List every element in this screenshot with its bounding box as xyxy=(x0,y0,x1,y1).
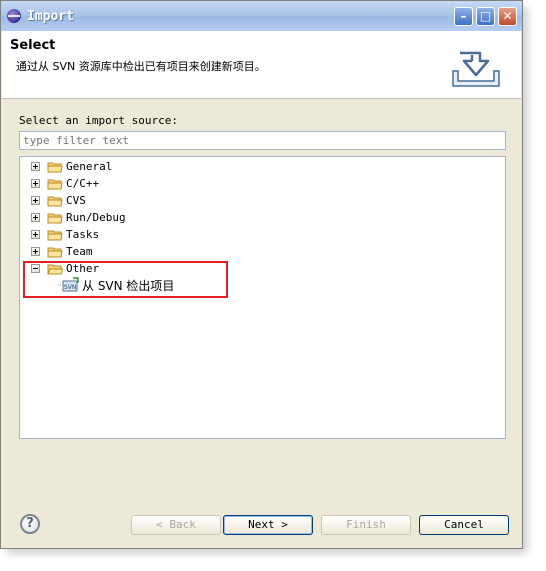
expand-icon[interactable] xyxy=(31,196,40,205)
tree-item-label: Team xyxy=(66,245,93,258)
tree-item-label: CVS xyxy=(66,194,86,207)
expand-icon[interactable] xyxy=(31,179,40,188)
finish-button[interactable]: Finish xyxy=(321,515,411,535)
filter-input[interactable] xyxy=(19,131,506,150)
wizard-header: Select 通过从 SVN 资源库中检出已有项目来创建新项目。 xyxy=(2,31,521,99)
eclipse-icon xyxy=(7,9,21,23)
folder-icon xyxy=(47,162,63,173)
import-source-label: Select an import source: xyxy=(19,114,178,127)
annotation-highlight-box xyxy=(23,261,228,298)
import-dialog: Import – □ ✕ Select 通过从 SVN 资源库中检出已有项目来创… xyxy=(0,0,523,549)
page-description: 通过从 SVN 资源库中检出已有项目来创建新项目。 xyxy=(16,60,266,73)
expand-icon[interactable] xyxy=(31,162,40,171)
folder-icon xyxy=(47,230,63,241)
window-title: Import xyxy=(27,9,74,24)
cancel-button[interactable]: Cancel xyxy=(419,515,509,535)
title-bar[interactable]: Import – □ ✕ xyxy=(1,1,522,31)
tree-item-label: Tasks xyxy=(66,228,100,241)
tree-item-label: Run/Debug xyxy=(66,211,126,224)
import-tray-icon xyxy=(452,51,500,87)
folder-icon xyxy=(47,179,63,190)
tree-item-label: C/C++ xyxy=(66,177,100,190)
folder-icon xyxy=(47,196,63,207)
expand-icon[interactable] xyxy=(31,247,40,256)
next-button[interactable]: Next > xyxy=(223,515,313,535)
close-button[interactable]: ✕ xyxy=(498,7,517,26)
help-icon[interactable]: ? xyxy=(20,514,40,534)
maximize-button[interactable]: □ xyxy=(476,7,495,26)
minimize-icon: – xyxy=(460,9,467,23)
back-button[interactable]: < Back xyxy=(131,515,221,535)
folder-icon xyxy=(47,247,63,258)
close-icon: ✕ xyxy=(502,9,513,23)
expand-icon[interactable] xyxy=(31,213,40,222)
folder-icon xyxy=(47,213,63,224)
minimize-button[interactable]: – xyxy=(454,7,473,26)
page-title: Select xyxy=(10,38,56,53)
tree-item-label: General xyxy=(66,160,113,173)
maximize-icon: □ xyxy=(479,9,492,23)
expand-icon[interactable] xyxy=(31,230,40,239)
